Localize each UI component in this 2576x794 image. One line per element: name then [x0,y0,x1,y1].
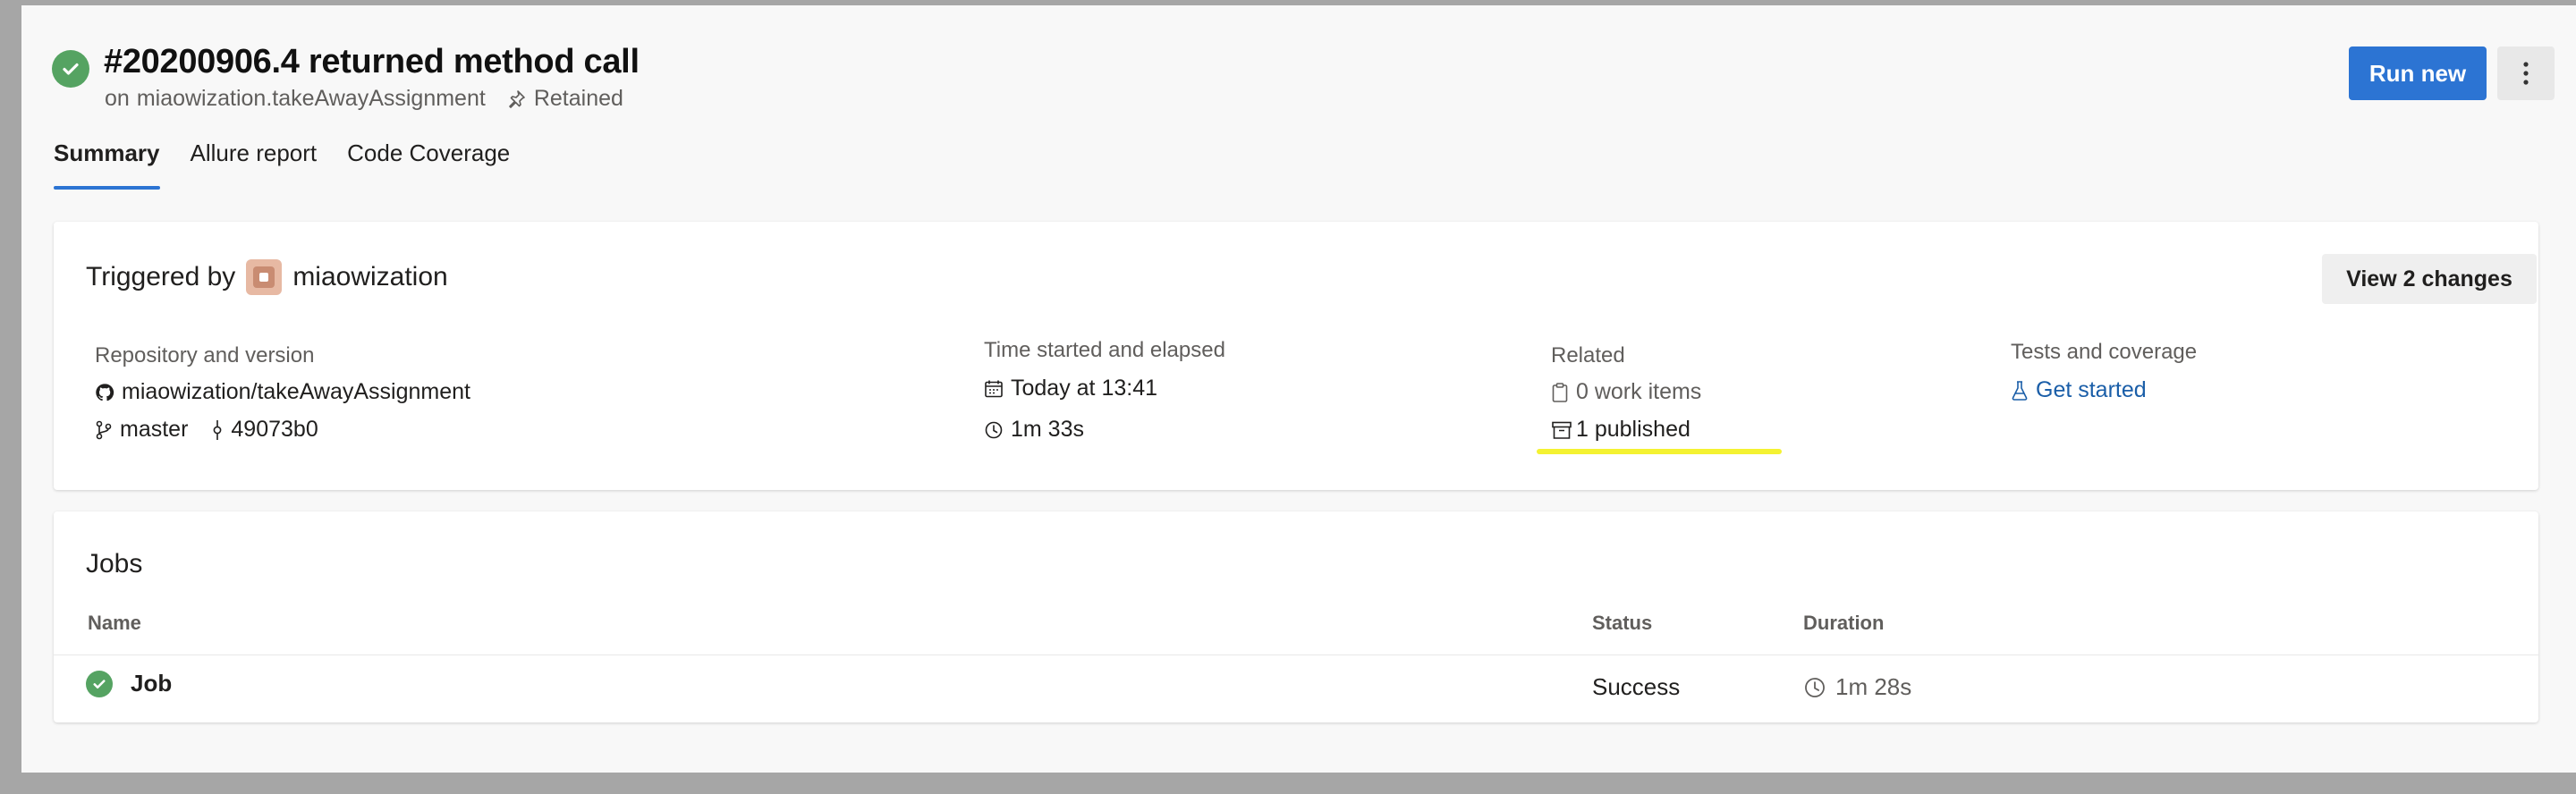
time-started-value: Today at 13:41 [1011,376,1158,401]
branch-icon [95,420,113,440]
more-vertical-icon [2522,61,2529,86]
branch[interactable]: master [95,417,188,443]
commit[interactable]: 49073b0 [211,417,318,443]
annotation-highlight [1537,449,1782,454]
calendar-icon [984,379,1004,399]
version-info: master 49073b0 [95,417,318,443]
summary-card: Triggered by miaowization View 2 changes… [54,222,2538,490]
pipeline-link[interactable]: miaowization.takeAwayAssignment [137,86,486,112]
commit-icon [211,419,224,441]
published-value: 1 published [1576,417,1690,442]
tab-allure-report[interactable]: Allure report [191,139,318,190]
beaker-icon [2011,380,2029,401]
jobs-title: Jobs [86,549,143,579]
avatar [246,259,283,295]
job-status: Success [1592,673,1681,700]
artifact-icon [1551,420,1572,440]
tab-bar: Summary Allure report Code Coverage [54,139,510,190]
repository-label: Repository and version [95,343,315,367]
page-title: #20200906.4 returned method call [104,43,640,80]
get-started-link[interactable]: Get started [2011,377,2147,403]
job-duration-cell: 1m 28s [1803,673,1911,701]
triggered-by: Triggered by miaowization [86,259,448,295]
view-changes-button[interactable]: View 2 changes [2322,254,2537,304]
column-header-status[interactable]: Status [1592,612,1652,635]
run-subtitle: on miaowization.takeAwayAssignment Retai… [105,86,623,112]
branch-name: master [120,417,189,442]
success-check-icon [86,670,113,697]
published-artifacts-link[interactable]: 1 published [1551,417,1690,443]
triggered-prefix: Triggered by [86,262,236,291]
tab-code-coverage[interactable]: Code Coverage [347,139,510,190]
time-label: Time started and elapsed [984,338,1225,362]
retained-badge: Retained [505,86,623,112]
run-new-button[interactable]: Run new [2349,46,2487,100]
clock-icon [984,420,1004,440]
repository-link[interactable]: miaowization/takeAwayAssignment [95,379,470,405]
work-items-value: 0 work items [1576,379,1702,404]
jobs-card: Jobs Name Status Duration Job Success 1m… [54,511,2538,722]
column-header-duration[interactable]: Duration [1803,612,1884,635]
time-started: Today at 13:41 [984,376,1157,401]
table-row[interactable]: Job Success 1m 28s [54,655,2538,720]
time-elapsed: 1m 33s [984,417,1084,443]
github-icon [95,383,114,402]
job-name-cell: Job [86,670,172,697]
job-name: Job [131,670,173,697]
tab-summary[interactable]: Summary [54,139,160,190]
tests-label: Tests and coverage [2011,340,2198,364]
pin-icon [505,89,527,110]
clipboard-icon [1551,382,1569,403]
more-actions-button[interactable] [2497,46,2555,100]
related-label: Related [1551,343,1625,367]
subtitle-prefix: on [105,86,130,111]
triggered-user[interactable]: miaowization [292,262,447,292]
column-header-name[interactable]: Name [88,612,141,635]
clock-icon [1803,676,1826,699]
time-elapsed-value: 1m 33s [1011,417,1084,442]
run-summary-page: #20200906.4 returned method call on miao… [21,5,2576,773]
commit-hash: 49073b0 [231,417,318,442]
success-check-icon [52,50,89,88]
job-duration: 1m 28s [1835,673,1912,700]
work-items-link[interactable]: 0 work items [1551,379,1701,405]
repository-name: miaowization/takeAwayAssignment [122,379,471,404]
get-started-label: Get started [2036,377,2147,402]
retained-label: Retained [533,86,623,111]
